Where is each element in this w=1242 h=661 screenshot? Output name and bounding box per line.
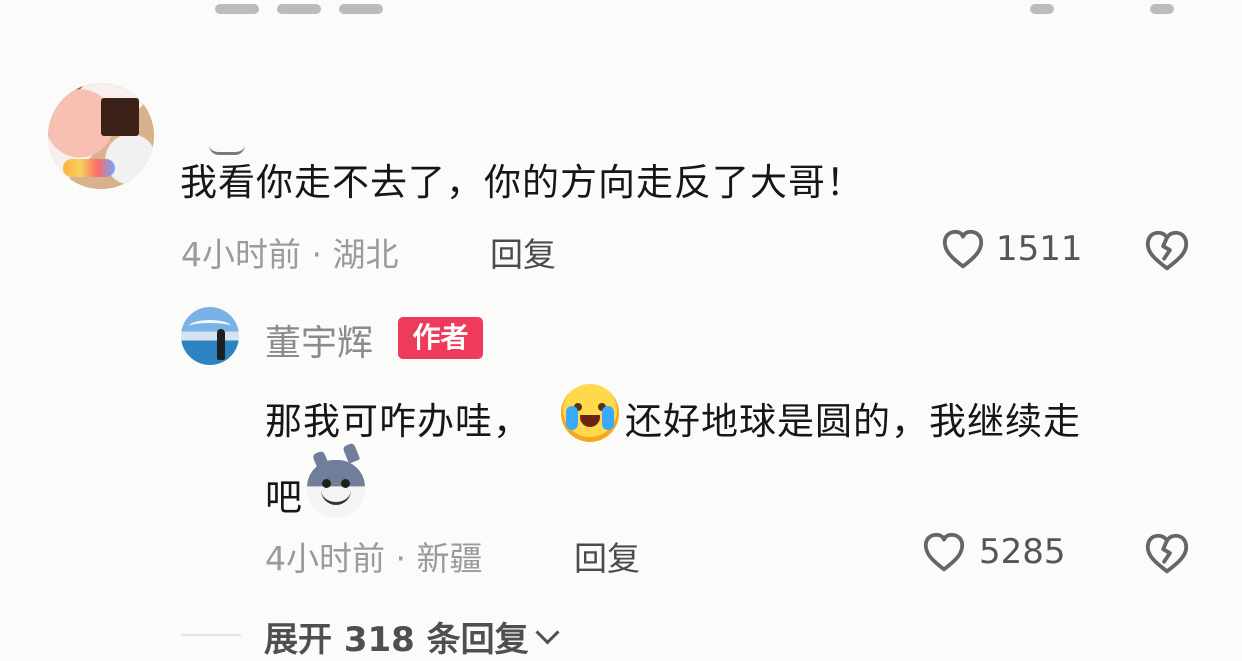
comment-location: 湖北 [332,235,399,274]
commenter-avatar[interactable] [48,83,154,189]
reply-like-count: 5285 [979,532,1066,572]
comment-dislike-button[interactable] [1143,227,1193,277]
reply-text-part-1: 那我可咋办哇， [265,400,531,443]
cutoff-heart-fragment [1030,4,1054,14]
wolf-eye-left [322,479,331,488]
comment-time: 4小时前 [181,235,301,274]
cutoff-text-fragment [339,4,383,14]
expand-replies-label: 展开 318 条回复 [264,620,529,660]
comment-like-button[interactable] [940,227,988,275]
heart-icon [923,532,965,572]
wolf-face-emoji [307,460,365,518]
reply-meta: 4小时前 · 新疆 [265,532,482,580]
author-badge: 作者 [398,317,483,359]
reply-time: 4小时前 [265,539,385,578]
cutoff-text-fragment [215,4,259,14]
broken-heart-icon [1145,533,1189,574]
reply-location: 新疆 [416,539,483,578]
thread-divider [181,634,241,636]
tear-right [602,406,614,430]
reply-text-part-2: 还好地球是圆的，我继续走 [625,400,1081,443]
reply-text: 那我可咋办哇， 还好地球是圆的，我继续走 [265,384,1205,447]
commenter-name-cutoff [209,142,245,155]
cutoff-broken-heart-fragment [1150,4,1174,14]
reply-like-button[interactable] [921,530,969,578]
meta-separator: · [395,539,417,578]
previous-comment-cutoff [215,0,1215,14]
heart-icon [942,229,984,269]
reply-dislike-button[interactable] [1143,530,1193,580]
broken-heart-icon [1145,230,1189,271]
author-name[interactable]: 董宇辉 [265,314,373,366]
cutoff-text-fragment [277,4,321,14]
crying-face-emoji [561,384,619,442]
comment-meta: 4小时前 · 湖北 [181,228,398,276]
tear-left [566,406,578,430]
reply-text-part-3: 吧 [265,476,303,519]
wolf-eye-right [341,479,350,488]
reply-reply-button[interactable]: 回复 [574,532,640,580]
reply-text-line-2: 吧 [265,460,365,523]
meta-separator: · [311,235,333,274]
chevron-down-icon [535,620,560,645]
comment-reply-button[interactable]: 回复 [490,228,556,276]
comment-text: 我看你走不去了，你的方向走反了大哥！ [180,161,864,204]
comment-like-count: 1511 [996,229,1083,269]
author-avatar[interactable] [181,307,239,365]
